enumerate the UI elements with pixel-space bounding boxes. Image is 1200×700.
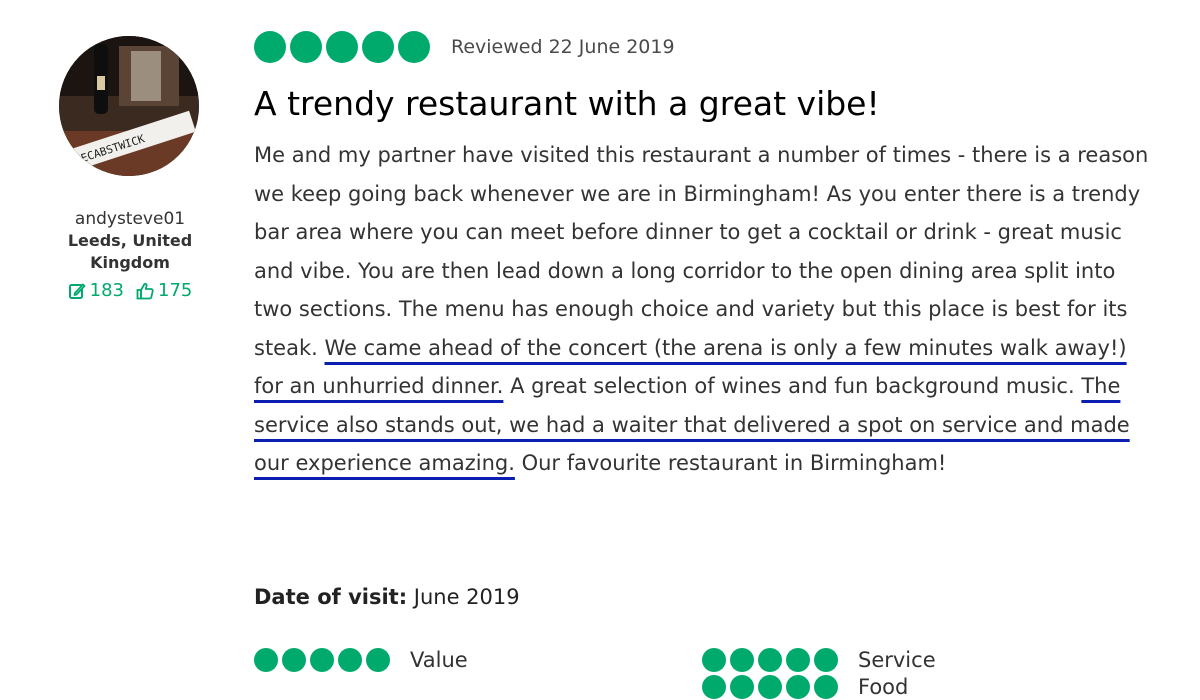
rating-bubble: [814, 648, 838, 672]
sub-rating-label: Food: [858, 675, 909, 699]
date-of-visit-value: June 2019: [407, 585, 520, 609]
rating-bubble: [758, 675, 782, 699]
helpful-votes-stat: 175: [136, 279, 192, 303]
reviewer-avatar[interactable]: #ECABSTWICK: [59, 36, 199, 176]
rating-bubble: [730, 675, 754, 699]
sub-rating-bubbles: [254, 648, 390, 672]
review-body: Me and my partner have visited this rest…: [254, 136, 1154, 483]
sub-rating-value: Value: [254, 647, 468, 673]
rating-bubble: [310, 648, 334, 672]
reviewer-stats: 183 175: [30, 279, 230, 303]
helpful-votes-count: 175: [158, 280, 193, 301]
edit-icon: [68, 283, 86, 299]
avatar-photo: #ECABSTWICK: [59, 36, 199, 176]
rating-bubble: [254, 648, 278, 672]
contributions-stat: 183: [68, 279, 124, 303]
review-text: A great selection of wines and fun backg…: [503, 374, 1082, 398]
sub-rating-service: Service: [702, 647, 936, 673]
date-of-visit: Date of visit: June 2019: [254, 582, 520, 612]
rating-bubble: [366, 648, 390, 672]
date-of-visit-label: Date of visit:: [254, 585, 408, 609]
rating-bubble: [702, 675, 726, 699]
sub-rating-label: Value: [410, 648, 468, 672]
rating-bubble: [758, 648, 782, 672]
rating-bubble: [254, 31, 286, 63]
sub-rating-bubbles: [702, 675, 838, 699]
sub-rating-bubbles: [702, 648, 838, 672]
rating-bubble: [730, 648, 754, 672]
reviewer-info: andysteve01 Leeds, United Kingdom 183 17…: [30, 208, 230, 303]
sub-rating-label: Service: [858, 648, 936, 672]
rating-bubble: [786, 648, 810, 672]
rating-bubble: [338, 648, 362, 672]
thumbs-up-icon: [136, 282, 154, 300]
review-text: Our favourite restaurant in Birmingham!: [514, 451, 947, 475]
reviewer-username[interactable]: andysteve01: [30, 208, 230, 230]
sub-rating-food: Food: [702, 674, 908, 700]
reviewed-date: Reviewed 22 June 2019: [451, 36, 675, 58]
rating-bubble: [362, 31, 394, 63]
review-rating-bubbles: [254, 31, 430, 63]
contributions-count: 183: [89, 280, 124, 301]
review-rating-row: Reviewed 22 June 2019: [254, 31, 675, 63]
rating-bubble: [398, 31, 430, 63]
rating-bubble: [786, 675, 810, 699]
review-text: Me and my partner have visited this rest…: [254, 143, 1149, 360]
rating-bubble: [282, 648, 306, 672]
rating-bubble: [290, 31, 322, 63]
rating-bubble: [702, 648, 726, 672]
review-title[interactable]: A trendy restaurant with a great vibe!: [254, 80, 880, 128]
rating-bubble: [326, 31, 358, 63]
rating-bubble: [814, 675, 838, 699]
reviewer-location: Leeds, United Kingdom: [67, 231, 193, 272]
